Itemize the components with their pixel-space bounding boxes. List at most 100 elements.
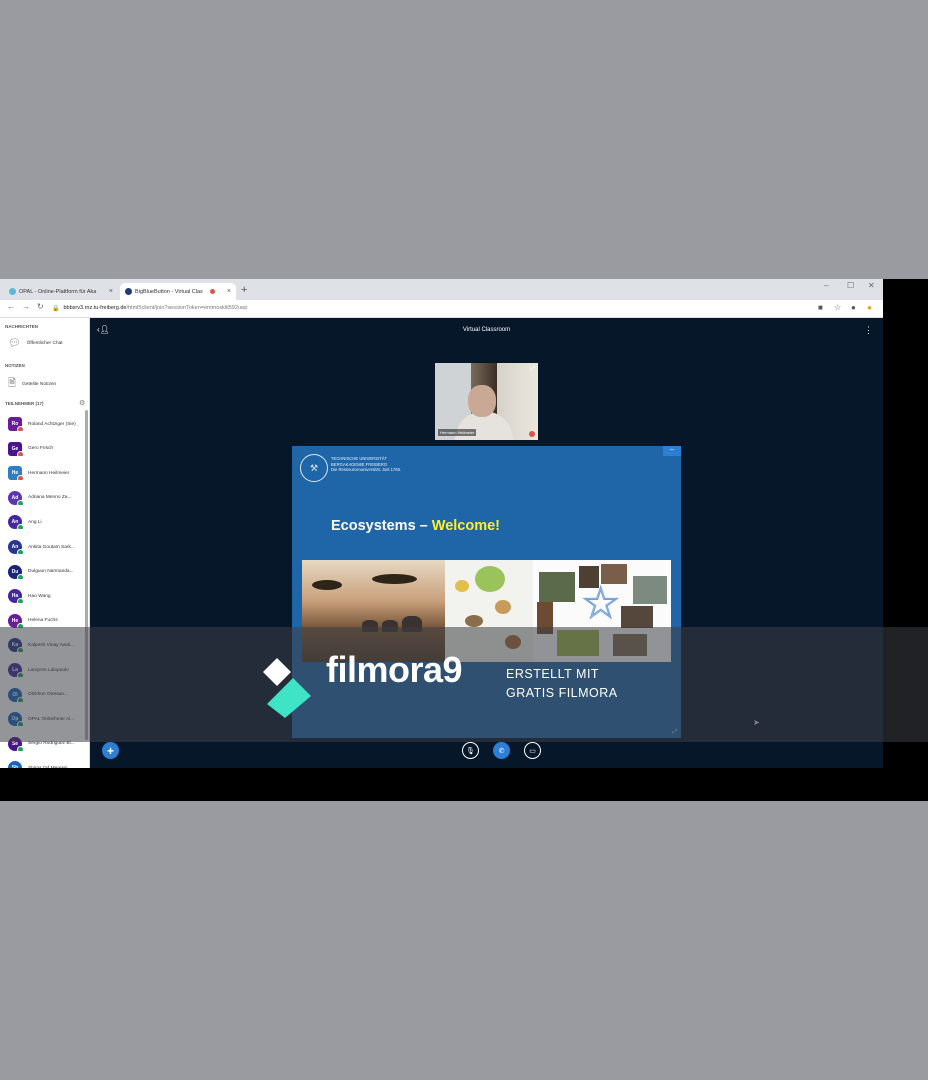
animal-shape [465,615,483,627]
filmora-caption: ERSTELLT MIT GRATIS FILMORA [506,665,618,703]
participant-item[interactable]: Ro Roland Achtziger (Sie) [8,417,86,431]
participant-name: Shiros Od Meressi... [28,766,71,768]
maximize-button[interactable]: ☐ [847,281,854,290]
forward-arrow-icon[interactable]: → [22,302,30,311]
watermark-band [0,627,928,742]
bookmark-star-icon[interactable]: ☆ [834,303,841,312]
address-toolbar: ← → ↻ 🔒 bbbsrv3.rnz.tu-freiberg.de/html5… [0,300,883,318]
slide-title-main: Ecosystems – [331,518,432,534]
status-dot-icon [17,499,24,505]
options-menu-icon[interactable]: ⋮ [864,325,873,336]
participant-item[interactable]: An Ang Li [8,515,86,530]
participant-name: Hao Wang [28,593,51,599]
participant-item[interactable]: He Helena Fuchs [8,613,86,628]
participant-item[interactable]: Sh Shiros Od Meressi... [8,761,86,768]
chat-bubble-icon: 💬︎ [8,338,21,349]
status-dot-icon [17,426,24,431]
photo-thumbnail [633,576,667,604]
participant-name: Dulguun Narmanda... [28,569,74,575]
close-window-button[interactable]: ✕ [868,281,875,290]
photo-thumbnail [621,606,653,628]
filmora-caption-line-2: GRATIS FILMORA [506,686,618,700]
participants-header: TEILNEHMER (17) [5,401,44,406]
avatar: Ad [8,490,24,505]
participant-item[interactable]: Ad Adriana Menno Za... [8,490,86,505]
photo-thumbnail [539,572,575,602]
participant-item[interactable]: Du Dulguun Narmanda... [8,564,86,579]
avatar: Du [8,564,24,579]
participant-name: Hermann Heilmeier [28,470,70,476]
slide-title-highlight: Welcome! [431,518,500,534]
reload-icon[interactable]: ↻ [37,302,44,311]
slide-title: Ecosystems – Welcome! [331,518,500,534]
participant-name: Gero Frisch [28,446,54,452]
close-tab-icon[interactable]: × [227,288,231,295]
university-name: TECHNISCHE UNIVERSITÄT BERGAKADEMIE FREI… [331,456,401,473]
avatar: He [8,613,24,628]
uni-line-3: Die Ressourcenuniversität. Seit 1765. [331,467,402,472]
tab-opal[interactable]: OPAL - Online-Plattform für Aka × [4,283,118,300]
tab-bigbluebutton[interactable]: BigBlueButton - Virtual Clas × [120,283,236,300]
webcam-video[interactable]: ⤢ Hermann Heilmeier [435,363,538,440]
webcam-off-icon[interactable]: ▭ [524,742,541,759]
avatar: An [8,540,24,554]
hide-presentation-button[interactable]: – [663,446,681,456]
university-seal-icon: ⚒ [300,454,328,482]
url-path: /html5client/join?sessionToken=emmosklit… [126,305,248,311]
participant-item[interactable]: Ge Gero Frisch [8,441,86,456]
leave-audio-icon[interactable]: ✆ [493,742,510,759]
public-chat-item[interactable]: 💬︎ Öffentlicher Chat [8,338,63,349]
animal-shape [495,600,511,614]
letterbox-bottom [0,768,928,801]
camera-in-use-icon[interactable]: ■ [818,303,823,312]
participant-item[interactable]: An Ankita Goutam Sark... [8,540,86,554]
shared-notes-label: Geteilte Notizen [22,382,57,387]
status-dot-icon [17,598,24,604]
participant-name: Ang Li [28,519,42,525]
tab-strip: OPAL - Online-Plattform für Aka × BigBlu… [0,279,883,300]
animal-shape [455,580,469,592]
update-warning-icon[interactable]: ● [867,303,872,312]
opal-favicon-icon [9,288,16,295]
avatar: Sh [8,761,22,768]
filmora-caption-line-1: ERSTELLT MIT [506,667,600,681]
profile-icon[interactable]: ● [851,303,856,312]
avatar: He [8,466,24,481]
participant-item[interactable]: Ha Hao Wang [8,589,86,604]
avatar: Ge [8,441,24,456]
participant-name: Helena Fuchs [28,618,58,624]
participant-name: Roland Achtziger (Sie) [28,421,76,427]
url-host: bbbsrv3.rnz.tu-freiberg.de [63,305,127,311]
tab-label: OPAL - Online-Plattform für Aka [19,288,97,295]
shared-notes-item[interactable]: 🗎 Geteilte Notizen [8,376,56,393]
status-dot-icon [17,475,24,481]
actions-button[interactable]: + [102,742,119,759]
notes-header: NOTIZEN [5,363,25,368]
bbb-favicon-icon [125,288,132,295]
gear-icon[interactable]: ⚙ [79,399,85,407]
status-dot-icon [17,450,24,456]
address-bar[interactable]: 🔒 bbbsrv3.rnz.tu-freiberg.de/html5client… [52,302,812,314]
presenter-head [468,385,496,417]
tab-label: BigBlueButton - Virtual Clas [135,288,203,295]
muted-icon [529,431,535,437]
public-chat-label: Öffentlicher Chat [26,341,63,346]
status-dot-icon [17,745,24,751]
fullscreen-icon[interactable]: ⤢ [530,366,535,373]
star-icon: ☆ [580,579,621,628]
close-tab-icon[interactable]: × [109,288,113,295]
minimize-button[interactable]: – [824,281,828,290]
filmora-brand-text: filmora9 [326,649,463,690]
participant-item[interactable]: He Hermann Heilmeier [8,466,86,481]
participant-name: Adriana Menno Za... [28,495,72,501]
participant-name: Ankita Goutam Sark... [28,544,75,550]
avatar: An [8,515,24,530]
new-tab-button[interactable]: + [241,284,247,296]
recording-icon [209,289,215,294]
back-arrow-icon[interactable]: ← [7,302,15,311]
tree-shape [312,580,342,590]
page-title: Virtual Classroom [462,327,511,333]
microphone-muted-icon[interactable]: 🎙︎ [462,742,479,759]
messages-header: NACHRICHTEN [5,324,38,329]
avatar: Ha [8,589,24,604]
